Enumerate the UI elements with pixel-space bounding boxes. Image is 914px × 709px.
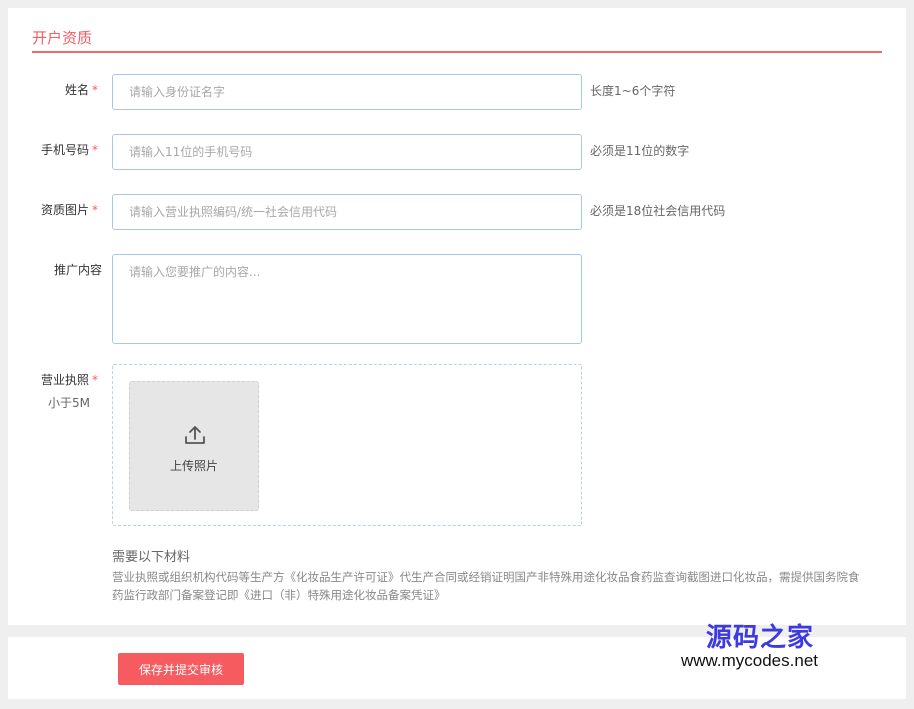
materials-title: 需要以下材料: [112, 550, 191, 565]
watermark-url: www.mycodes.net: [681, 651, 818, 670]
footer-card: 保存并提交审核 源码之家 www.mycodes.net: [8, 623, 906, 699]
upload-photo-label: 上传照片: [169, 459, 218, 473]
main-form-card: 开户资质 姓名* 长度1~6个字符 手机号码* 必须是11位的数字 资质图片* …: [8, 8, 906, 625]
license-label-text: 营业执照: [40, 373, 89, 387]
required-mark: *: [92, 203, 98, 217]
section-divider: [32, 51, 882, 53]
upload-icon: [185, 426, 205, 444]
required-mark: *: [92, 143, 98, 157]
credential-input[interactable]: [112, 194, 582, 230]
promotion-label-text: 推广内容: [53, 263, 102, 277]
license-size-limit: 小于5M: [48, 396, 90, 410]
upload-photo-button[interactable]: 上传照片: [129, 381, 259, 511]
required-mark: *: [92, 373, 98, 387]
credential-hint: 必须是18位社会信用代码: [590, 204, 726, 218]
phone-hint: 必须是11位的数字: [590, 144, 690, 158]
promotion-label: 推广内容: [12, 262, 102, 278]
upload-dropzone[interactable]: 上传照片: [112, 364, 582, 526]
name-input[interactable]: [112, 74, 582, 110]
name-hint: 长度1~6个字符: [590, 84, 676, 98]
section-title: 开户资质: [32, 29, 93, 47]
phone-input[interactable]: [112, 134, 582, 170]
license-label: 营业执照 *: [8, 372, 98, 388]
required-mark: *: [92, 83, 98, 97]
credential-label: 资质图片 *: [8, 202, 98, 218]
materials-description: 营业执照或组织机构代码等生产方《化妆品生产许可证》代生产合同或经销证明国产非特殊…: [112, 570, 860, 602]
promotion-textarea[interactable]: [112, 254, 582, 344]
save-submit-button[interactable]: 保存并提交审核: [118, 653, 244, 685]
credential-label-text: 资质图片: [40, 203, 89, 217]
name-label-text: 姓名: [64, 83, 89, 97]
watermark-brand: 源码之家: [706, 623, 815, 653]
name-label: 姓名 *: [8, 82, 98, 98]
phone-label: 手机号码 *: [8, 142, 98, 158]
phone-label-text: 手机号码: [40, 143, 89, 157]
